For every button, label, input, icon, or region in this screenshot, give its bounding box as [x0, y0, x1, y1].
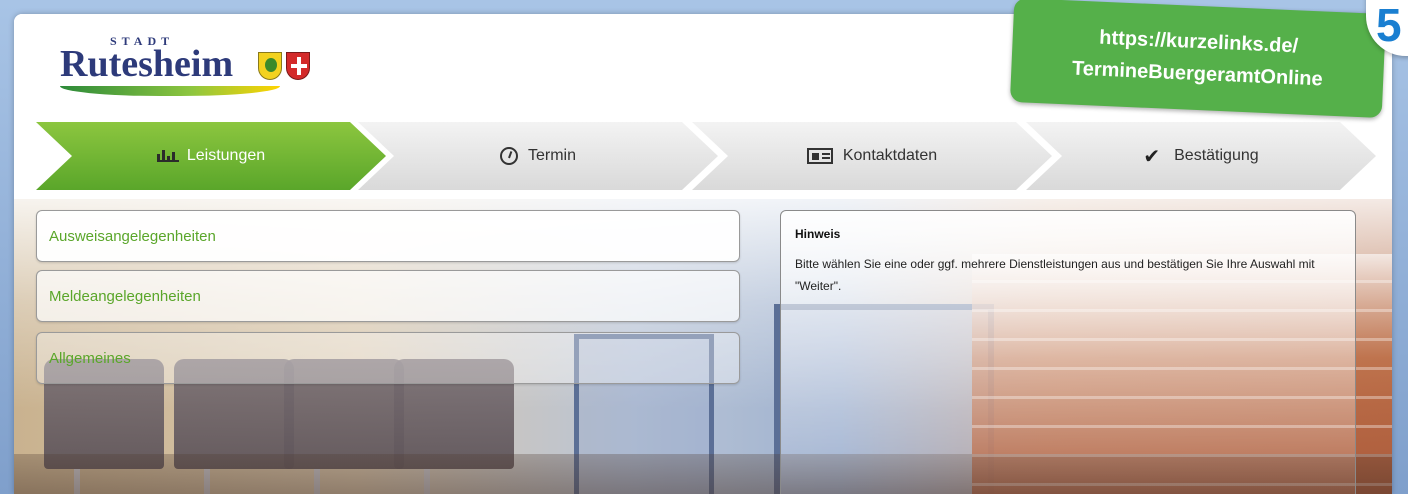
hint-text: Bitte wählen Sie eine oder ggf. mehrere …	[795, 257, 1315, 293]
clock-icon	[500, 147, 518, 165]
step-leistungen[interactable]: Leistungen	[36, 122, 386, 190]
category-ausweisangelegenheiten[interactable]: Ausweisangelegenheiten	[36, 210, 740, 262]
category-meldeangelegenheiten[interactable]: Meldeangelegenheiten	[36, 270, 740, 322]
short-link-badge: https://kurzelinks.de/ TermineBuergeramt…	[1009, 0, 1387, 119]
building-icon	[157, 150, 179, 162]
category-allgemeines[interactable]: Allgemeines	[36, 332, 740, 384]
booking-stepper: Leistungen Termin Kontaktdaten ✔ Bestäti…	[36, 122, 1376, 190]
step-label: Leistungen	[186, 147, 266, 164]
city-logo[interactable]: STADT Rutesheim	[60, 34, 340, 104]
hint-panel: Hinweis Bitte wählen Sie eine oder ggf. …	[780, 210, 1356, 494]
hint-title: Hinweis	[795, 227, 841, 241]
step-bestaetigung[interactable]: ✔ Bestätigung	[1026, 122, 1376, 190]
logo-swoosh	[60, 86, 280, 96]
category-label: Ausweisangelegenheiten	[49, 227, 216, 245]
step-label: Termin	[527, 147, 576, 164]
step-label: Bestätigung	[1174, 147, 1259, 164]
step-label: Kontaktdaten	[842, 147, 938, 164]
step-kontaktdaten[interactable]: Kontaktdaten	[692, 122, 1052, 190]
coat-of-arms-cross-icon	[286, 52, 310, 80]
logo-city-name: Rutesheim	[60, 43, 234, 85]
checkmark-icon: ✔	[1143, 145, 1161, 168]
step-termin[interactable]: Termin	[358, 122, 718, 190]
category-label: Allgemeines	[49, 349, 131, 367]
category-label: Meldeangelegenheiten	[49, 287, 201, 305]
id-card-icon	[807, 148, 833, 164]
corner-number: 5	[1376, 0, 1402, 51]
coat-of-arms-tree-icon	[258, 52, 282, 80]
